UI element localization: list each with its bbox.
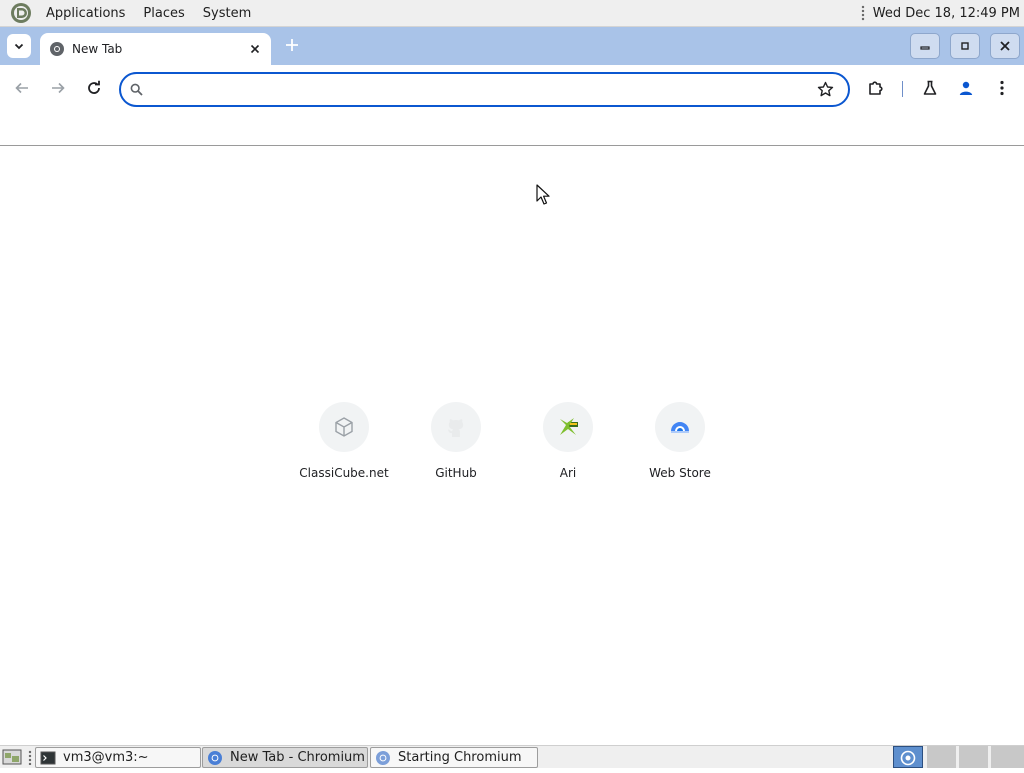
shortcut-tile[interactable]: ClassiCube.net xyxy=(288,400,400,490)
browser-toolbar xyxy=(0,65,1024,112)
chevron-down-icon xyxy=(14,43,24,50)
arrow-left-icon xyxy=(15,82,28,94)
extensions-button[interactable] xyxy=(866,78,886,98)
back-button[interactable] xyxy=(12,78,32,98)
taskbar-item-label: vm3@vm3:~ xyxy=(63,750,149,765)
toolbar-divider xyxy=(902,81,903,97)
taskbar-item-label: New Tab - Chromium xyxy=(230,750,365,765)
top-panel: Applications Places System Wed Dec 18, 1… xyxy=(0,0,1024,27)
puzzle-icon xyxy=(869,81,883,95)
new-tab-page: ClassiCube.net GitHub Ari Web Store xyxy=(0,147,1024,745)
taskbar-item-label: Starting Chromium xyxy=(398,750,522,765)
bookmark-star-icon[interactable] xyxy=(817,81,834,98)
applications-menu[interactable]: Applications xyxy=(46,6,125,21)
shortcut-label: ClassiCube.net xyxy=(299,466,389,480)
menu-button[interactable] xyxy=(992,78,1012,98)
taskbar-item-chromium[interactable]: New Tab - Chromium xyxy=(202,747,368,768)
flask-icon xyxy=(923,80,937,95)
labs-button[interactable] xyxy=(920,78,940,98)
tab-close-button[interactable] xyxy=(247,41,263,57)
omnibox[interactable] xyxy=(119,72,850,107)
workspace-1[interactable] xyxy=(893,746,923,768)
shortcut-icon-circle xyxy=(431,402,481,452)
minimize-button[interactable] xyxy=(910,33,940,59)
workspace-2[interactable] xyxy=(926,746,956,768)
avatar-icon xyxy=(959,81,973,95)
web-store-icon xyxy=(671,422,689,433)
forward-button[interactable] xyxy=(48,78,68,98)
tab-search-button[interactable] xyxy=(7,34,31,58)
profile-button[interactable] xyxy=(956,78,976,98)
shortcut-icon-circle xyxy=(319,402,369,452)
tab-strip: New Tab xyxy=(0,27,1024,65)
shortcut-label: GitHub xyxy=(435,466,477,480)
reload-button[interactable] xyxy=(84,78,104,98)
panel-grip-handle[interactable] xyxy=(860,5,865,21)
minimize-icon xyxy=(920,46,930,50)
close-window-button[interactable] xyxy=(990,33,1020,59)
clock[interactable]: Wed Dec 18, 12:49 PM xyxy=(873,6,1020,21)
shortcut-label: Ari xyxy=(559,466,577,480)
workspace-4[interactable] xyxy=(990,746,1024,768)
reload-icon xyxy=(88,80,100,94)
show-desktop-button[interactable] xyxy=(2,748,22,766)
shortcut-icon-circle xyxy=(655,402,705,452)
desktop-icon xyxy=(2,749,22,765)
places-menu[interactable]: Places xyxy=(143,6,184,21)
chromium-icon xyxy=(900,750,916,766)
github-icon xyxy=(444,415,468,439)
shortcut-icon-circle xyxy=(543,402,593,452)
new-tab-button[interactable] xyxy=(283,36,301,54)
bottom-panel: vm3@vm3:~ New Tab - Chromium Starting Ch… xyxy=(0,745,1024,768)
tab-new-tab[interactable]: New Tab xyxy=(40,33,271,65)
shortcut-tile[interactable]: Web Store xyxy=(624,400,736,490)
chromium-icon xyxy=(376,750,390,765)
address-input[interactable] xyxy=(151,79,801,101)
cube-icon xyxy=(335,417,353,437)
shortcut-tile[interactable]: Ari xyxy=(512,400,624,490)
shortcut-tile[interactable]: GitHub xyxy=(400,400,512,490)
close-icon xyxy=(250,44,260,54)
mouse-pointer-icon xyxy=(536,184,550,205)
workspace-3[interactable] xyxy=(958,746,988,768)
taskbar-grip-handle[interactable] xyxy=(28,750,32,765)
maximize-icon xyxy=(961,42,969,50)
close-icon xyxy=(1000,41,1010,51)
ari-icon xyxy=(560,418,578,435)
tab-title: New Tab xyxy=(72,42,123,56)
distro-logo-icon[interactable] xyxy=(10,2,32,24)
chromium-favicon-icon xyxy=(50,42,64,56)
maximize-button[interactable] xyxy=(950,33,980,59)
search-icon xyxy=(130,83,143,96)
taskbar-item-terminal[interactable]: vm3@vm3:~ xyxy=(35,747,201,768)
chromium-icon xyxy=(208,750,222,765)
kebab-menu-icon xyxy=(1000,80,1004,96)
terminal-icon xyxy=(40,751,56,764)
shortcut-label: Web Store xyxy=(649,466,711,480)
bookmarks-bar xyxy=(0,112,1024,146)
plus-icon xyxy=(286,39,298,51)
arrow-right-icon xyxy=(52,82,65,94)
taskbar-item-starting-chromium[interactable]: Starting Chromium xyxy=(370,747,538,768)
system-menu[interactable]: System xyxy=(203,6,251,21)
